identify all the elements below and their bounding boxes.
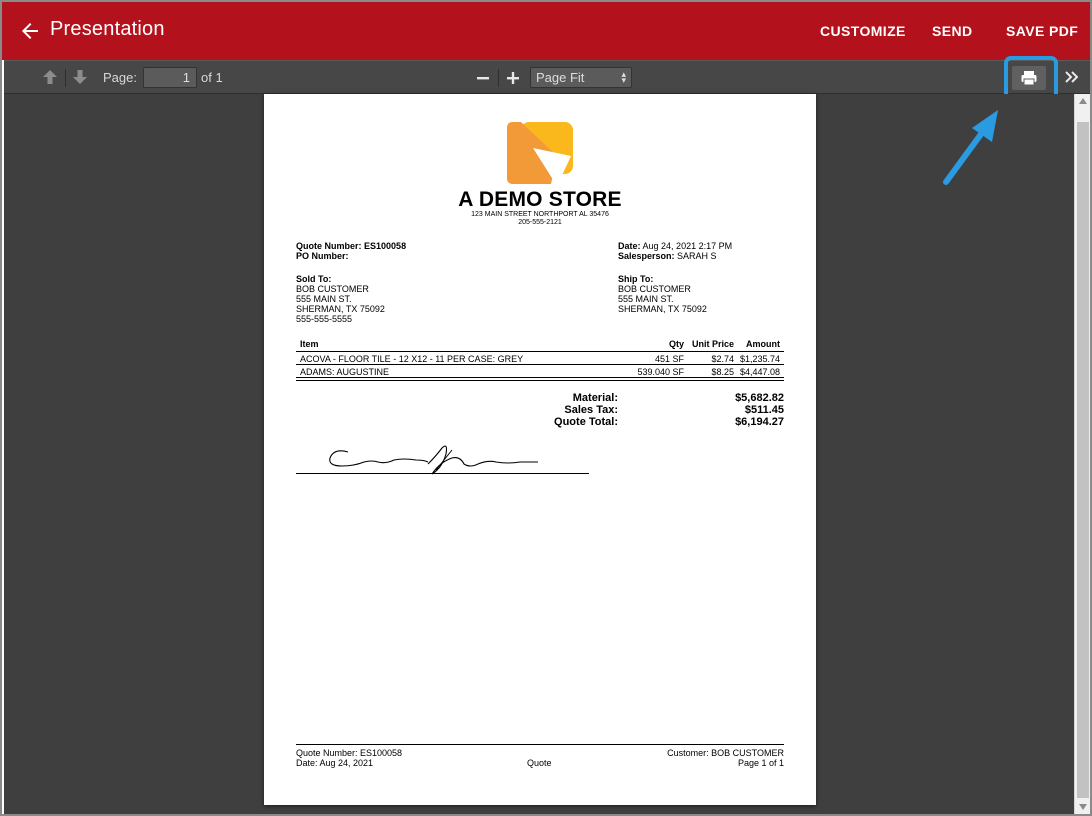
table-row: ADAMS: AUGUSTINE 539.040 SF $8.25 $4,447… xyxy=(296,365,784,378)
footer-customer: Customer: BOB CUSTOMER xyxy=(667,748,784,758)
quote-number-value: ES100058 xyxy=(364,241,407,251)
app-window: Presentation CUSTOMIZE SEND SAVE PDF Pag… xyxy=(0,0,1092,816)
page-label: Page: xyxy=(103,70,137,85)
quote-number-label: Quote Number: xyxy=(296,241,362,251)
sold-to-label: Sold To: xyxy=(296,274,332,284)
row-amount: $1,235.74 xyxy=(739,354,780,364)
quote-total-label: Quote Total: xyxy=(554,416,618,428)
scrollbar-thumb[interactable] xyxy=(1077,122,1089,798)
zoom-select[interactable]: Page Fit ▴ ▾ xyxy=(530,67,632,88)
salesperson-label: Salesperson: xyxy=(618,251,675,261)
material-value: $5,682.82 xyxy=(735,392,784,404)
scroll-down-arrow-icon[interactable] xyxy=(1079,804,1087,810)
col-unit-price-header: Unit Price xyxy=(691,339,734,349)
customize-button[interactable]: CUSTOMIZE xyxy=(820,23,906,39)
sold-to-line: 555-555-5555 xyxy=(296,314,353,324)
ship-to-label: Ship To: xyxy=(618,274,654,284)
row-item: ADAMS: AUGUSTINE xyxy=(300,367,390,377)
po-number-label: PO Number: xyxy=(296,251,349,261)
row-qty: 539.040 SF xyxy=(637,367,684,377)
salesperson-line: Salesperson: SARAH S xyxy=(618,251,717,261)
plus-icon[interactable] xyxy=(504,68,522,88)
date-value: Aug 24, 2021 2:17 PM xyxy=(642,241,733,251)
table-header: Item Qty Unit Price Amount xyxy=(296,337,784,352)
date-line: Date: Aug 24, 2021 2:17 PM xyxy=(618,241,732,251)
sales-tax-value: $511.45 xyxy=(744,404,784,416)
sold-to-line: BOB CUSTOMER xyxy=(296,284,369,294)
zoom-select-value: Page Fit xyxy=(536,70,585,85)
quote-items-table: Item Qty Unit Price Amount ACOVA - FLOOR… xyxy=(296,337,784,378)
row-qty: 451 SF xyxy=(654,354,684,364)
scroll-up-arrow-icon[interactable] xyxy=(1079,98,1087,104)
printer-icon xyxy=(1021,71,1037,86)
store-logo-icon xyxy=(507,122,573,186)
annotation-arrow-icon xyxy=(943,110,998,185)
quote-number-line: Quote Number: ES100058 xyxy=(296,241,406,251)
store-phone: 205-555-2121 xyxy=(518,219,562,226)
store-name: A DEMO STORE xyxy=(458,188,622,211)
viewer-scrollbar[interactable] xyxy=(1074,94,1090,814)
row-unit-price: $8.25 xyxy=(711,367,734,377)
footer-page-number: Page 1 of 1 xyxy=(737,758,784,768)
row-unit-price: $2.74 xyxy=(711,354,734,364)
col-amount-header: Amount xyxy=(746,339,780,349)
send-button[interactable]: SEND xyxy=(932,23,973,39)
material-label: Material: xyxy=(572,392,618,404)
date-label: Date: xyxy=(618,241,641,251)
toolbar-divider xyxy=(498,69,499,87)
page-count: of 1 xyxy=(201,70,223,85)
ship-to-line: 555 MAIN ST. xyxy=(618,294,674,304)
quote-total-value: $6,194.27 xyxy=(735,416,784,428)
ship-to-line: SHERMAN, TX 75092 xyxy=(618,304,707,314)
page-title: Presentation xyxy=(50,18,165,40)
footer-doc-type: Quote xyxy=(527,758,552,768)
page-number-input[interactable] xyxy=(143,67,197,88)
save-pdf-button[interactable]: SAVE PDF xyxy=(1006,23,1078,39)
arrow-up-icon[interactable] xyxy=(42,69,58,85)
sales-tax-label: Sales Tax: xyxy=(564,404,618,416)
arrow-left-icon[interactable] xyxy=(18,19,42,43)
sold-to-line: 555 MAIN ST. xyxy=(296,294,352,304)
signature-line xyxy=(296,473,589,474)
table-row: ACOVA - FLOOR TILE - 12 X12 - 11 PER CAS… xyxy=(296,352,784,365)
store-address: 123 MAIN STREET NORTHPORT AL 35476 xyxy=(471,211,609,218)
row-amount: $4,447.08 xyxy=(739,367,780,377)
col-qty-header: Qty xyxy=(668,339,684,349)
table-bottom-rule xyxy=(296,379,784,381)
print-button[interactable] xyxy=(1012,66,1046,90)
row-item: ACOVA - FLOOR TILE - 12 X12 - 11 PER CAS… xyxy=(300,354,524,364)
pdf-toolbar: Page: of 1 Page Fit ▴▾ xyxy=(4,56,1090,100)
minus-icon[interactable] xyxy=(474,68,492,88)
footer-quote-number: Quote Number: ES100058 xyxy=(296,748,403,758)
arrow-down-icon[interactable] xyxy=(72,69,88,85)
pdf-page: A DEMO STORE 123 MAIN STREET NORTHPORT A… xyxy=(264,94,816,805)
ship-to-line: BOB CUSTOMER xyxy=(618,284,691,294)
sold-to-line: SHERMAN, TX 75092 xyxy=(296,304,385,314)
double-chevron-right-icon[interactable] xyxy=(1064,69,1080,85)
footer-date: Date: Aug 24, 2021 xyxy=(296,758,374,768)
select-caret-icon: ▴ ▾ xyxy=(621,69,626,85)
signature-icon xyxy=(329,445,538,475)
col-item-header: Item xyxy=(300,339,319,349)
salesperson-value: SARAH S xyxy=(677,251,717,261)
app-bar: Presentation CUSTOMIZE SEND SAVE PDF xyxy=(2,2,1090,60)
footer-rule xyxy=(296,744,784,745)
toolbar-divider xyxy=(65,69,66,87)
